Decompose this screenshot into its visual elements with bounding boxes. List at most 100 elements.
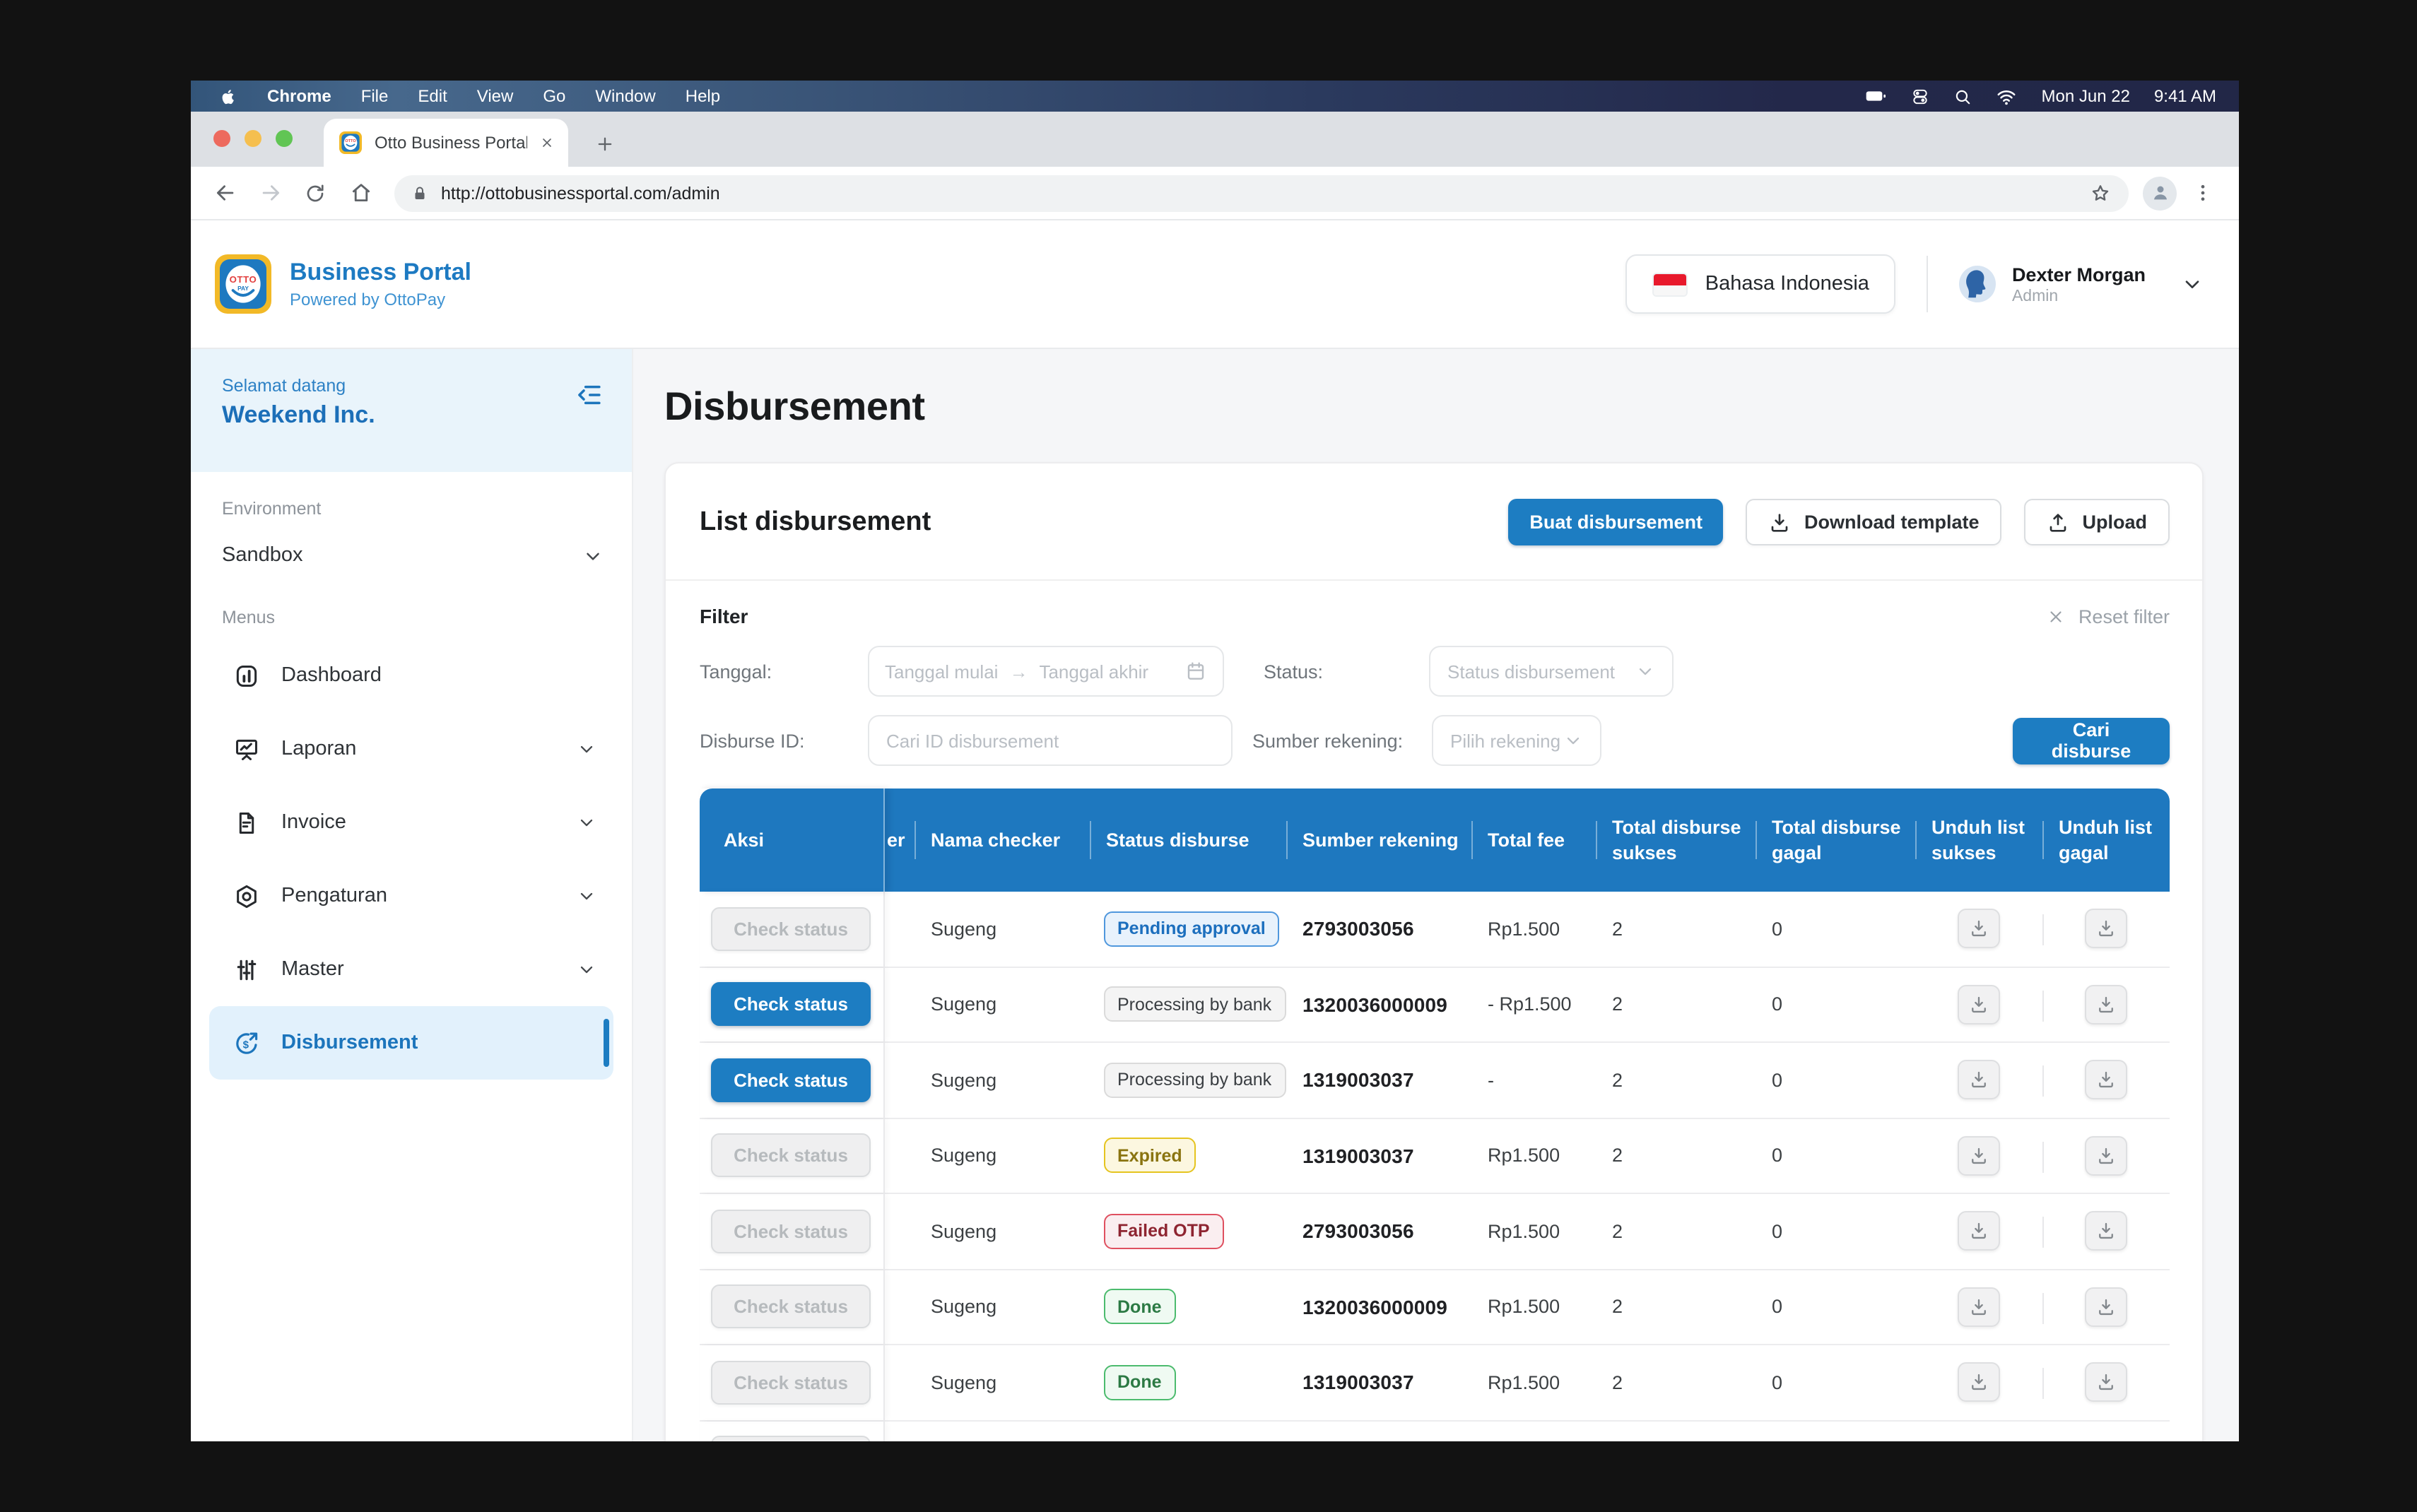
download-sukses-button[interactable] bbox=[1957, 909, 1999, 949]
disburse-id-field[interactable] bbox=[868, 715, 1233, 766]
column-header-total-sukses: Total disburse sukses bbox=[1595, 789, 1755, 892]
menubar-item-window[interactable]: Window bbox=[595, 86, 655, 106]
status-dropdown[interactable]: Status disbursement bbox=[1429, 646, 1674, 697]
status-badge: Done bbox=[1103, 1365, 1176, 1400]
menus-section-label: Menus bbox=[222, 608, 632, 627]
menubar-app-name[interactable]: Chrome bbox=[267, 86, 331, 106]
status-badge: Processing by bank bbox=[1103, 1063, 1286, 1098]
invoice-icon bbox=[233, 809, 260, 836]
forward-button[interactable] bbox=[250, 173, 290, 213]
minimize-window-button[interactable] bbox=[245, 130, 261, 147]
fee-cell: - bbox=[1471, 1043, 1595, 1117]
search-disburse-button[interactable]: Cari disburse bbox=[2013, 717, 2170, 764]
download-sukses-button[interactable] bbox=[1957, 1061, 1999, 1100]
rekening-cell: 2793003056 bbox=[1286, 1194, 1471, 1268]
gagal-cell: 0 bbox=[1755, 892, 1915, 966]
menubar-item-help[interactable]: Help bbox=[686, 86, 720, 106]
list-disbursement-card: List disbursement Buat disbursement Down… bbox=[664, 462, 2204, 1441]
upload-icon bbox=[2047, 511, 2070, 533]
sukses-cell: 2 bbox=[1595, 1194, 1755, 1268]
check-status-button[interactable]: Check status bbox=[711, 983, 871, 1027]
chevron-down-icon bbox=[577, 739, 596, 759]
download-sukses-button[interactable] bbox=[1957, 985, 1999, 1024]
sidebar-item-invoice[interactable]: Invoice bbox=[209, 786, 613, 859]
sidebar-welcome: Selamat datang Weekend Inc. bbox=[191, 349, 632, 472]
home-button[interactable] bbox=[341, 173, 380, 213]
spotlight-search-icon[interactable] bbox=[1954, 87, 1972, 105]
sukses-cell: 2 bbox=[1595, 892, 1755, 966]
rekening-cell: 2793003056 bbox=[1286, 892, 1471, 966]
create-disbursement-button[interactable]: Buat disbursement bbox=[1508, 499, 1724, 545]
download-icon bbox=[2095, 1222, 2115, 1241]
menubar-clock: 9:41 AM bbox=[2154, 86, 2216, 106]
download-gagal-button[interactable] bbox=[2084, 1363, 2127, 1402]
browser-tab[interactable]: OTTO Otto Business Portal bbox=[324, 119, 568, 167]
check-status-button: Check status bbox=[711, 1285, 871, 1329]
column-header-unduh-gagal: Unduh list gagal bbox=[2042, 789, 2169, 892]
environment-dropdown[interactable]: Sandbox bbox=[222, 537, 604, 574]
sumber-rekening-dropdown[interactable]: Pilih rekening bbox=[1432, 715, 1601, 766]
date-range-input[interactable]: Tanggal mulai → Tanggal akhir bbox=[868, 646, 1224, 697]
check-status-button: Check status bbox=[711, 1436, 871, 1442]
filter-title: Filter bbox=[700, 605, 748, 627]
download-gagal-button[interactable] bbox=[2084, 909, 2127, 949]
download-sukses-button[interactable] bbox=[1957, 1287, 1999, 1327]
download-gagal-button[interactable] bbox=[2084, 1212, 2127, 1251]
checker-cell bbox=[914, 1421, 1089, 1441]
check-status-button[interactable]: Check status bbox=[711, 1058, 871, 1102]
new-tab-button[interactable] bbox=[595, 134, 615, 154]
company-name: Weekend Inc. bbox=[222, 401, 375, 430]
language-label: Bahasa Indonesia bbox=[1705, 273, 1869, 295]
rekening-cell: 1319003037 bbox=[1286, 1345, 1471, 1419]
sidebar-item-laporan[interactable]: Laporan bbox=[209, 712, 613, 786]
gagal-cell: 0 bbox=[1755, 967, 1915, 1041]
column-header-unduh-sukses: Unduh list sukses bbox=[1915, 789, 2042, 892]
browser-menu-icon[interactable] bbox=[2182, 173, 2222, 213]
status-badge: Processing by bank bbox=[1103, 987, 1286, 1022]
reset-filter-button[interactable]: Reset filter bbox=[2047, 606, 2170, 627]
download-gagal-button[interactable] bbox=[2084, 1287, 2127, 1327]
close-window-button[interactable] bbox=[213, 130, 230, 147]
disbursement-table: Aksi er Nama checker Status disburse Sum… bbox=[700, 789, 2170, 1441]
menubar-item-edit[interactable]: Edit bbox=[418, 86, 447, 106]
browser-profile-icon[interactable] bbox=[2143, 176, 2177, 210]
download-gagal-button[interactable] bbox=[2084, 1136, 2127, 1176]
url-input[interactable] bbox=[441, 183, 2076, 203]
download-sukses-button[interactable] bbox=[1957, 1363, 1999, 1402]
menubar-item-view[interactable]: View bbox=[477, 86, 514, 106]
sidebar-collapse-icon[interactable] bbox=[574, 380, 604, 472]
download-sukses-button[interactable] bbox=[1957, 1212, 1999, 1251]
checker-cell: Sugeng bbox=[914, 1194, 1089, 1268]
download-icon bbox=[1968, 1297, 1988, 1317]
chevron-down-icon bbox=[577, 959, 596, 979]
sidebar-item-dashboard[interactable]: Dashboard bbox=[209, 639, 613, 712]
wifi-icon[interactable] bbox=[1996, 85, 2018, 107]
table-row: Check status Sugeng Done 1320036000009 R… bbox=[700, 1270, 2170, 1345]
sidebar-item-pengaturan[interactable]: Pengaturan bbox=[209, 859, 613, 933]
download-template-button[interactable]: Download template bbox=[1746, 499, 2002, 545]
bookmark-star-icon[interactable] bbox=[2089, 182, 2112, 204]
page-title: Disbursement bbox=[664, 384, 2204, 430]
control-center-icon[interactable] bbox=[1912, 87, 1930, 105]
download-gagal-button[interactable] bbox=[2084, 985, 2127, 1024]
tab-close-icon[interactable] bbox=[540, 136, 554, 150]
menubar-item-go[interactable]: Go bbox=[543, 86, 565, 106]
sidebar-item-label: Pengaturan bbox=[281, 885, 387, 907]
apple-menu-icon[interactable] bbox=[219, 87, 237, 105]
download-sukses-button[interactable] bbox=[1957, 1136, 1999, 1176]
back-button[interactable] bbox=[205, 173, 245, 213]
download-gagal-button[interactable] bbox=[2084, 1061, 2127, 1100]
user-menu[interactable]: Dexter Morgan Admin bbox=[1960, 264, 2204, 305]
sidebar-item-master[interactable]: Master bbox=[209, 933, 613, 1006]
sidebar-item-disbursement[interactable]: Disbursement bbox=[209, 1006, 613, 1080]
zoom-window-button[interactable] bbox=[276, 130, 293, 147]
sukses-cell bbox=[1595, 1421, 1755, 1441]
chevron-down-icon bbox=[1635, 661, 1655, 681]
svg-text:OTTO: OTTO bbox=[345, 139, 356, 143]
menubar-item-file[interactable]: File bbox=[361, 86, 389, 106]
address-bar[interactable] bbox=[394, 175, 2129, 211]
disburse-id-input[interactable] bbox=[886, 730, 1214, 751]
reload-button[interactable] bbox=[295, 173, 335, 213]
language-selector-button[interactable]: Bahasa Indonesia bbox=[1626, 254, 1896, 314]
upload-button[interactable]: Upload bbox=[2025, 499, 2170, 545]
